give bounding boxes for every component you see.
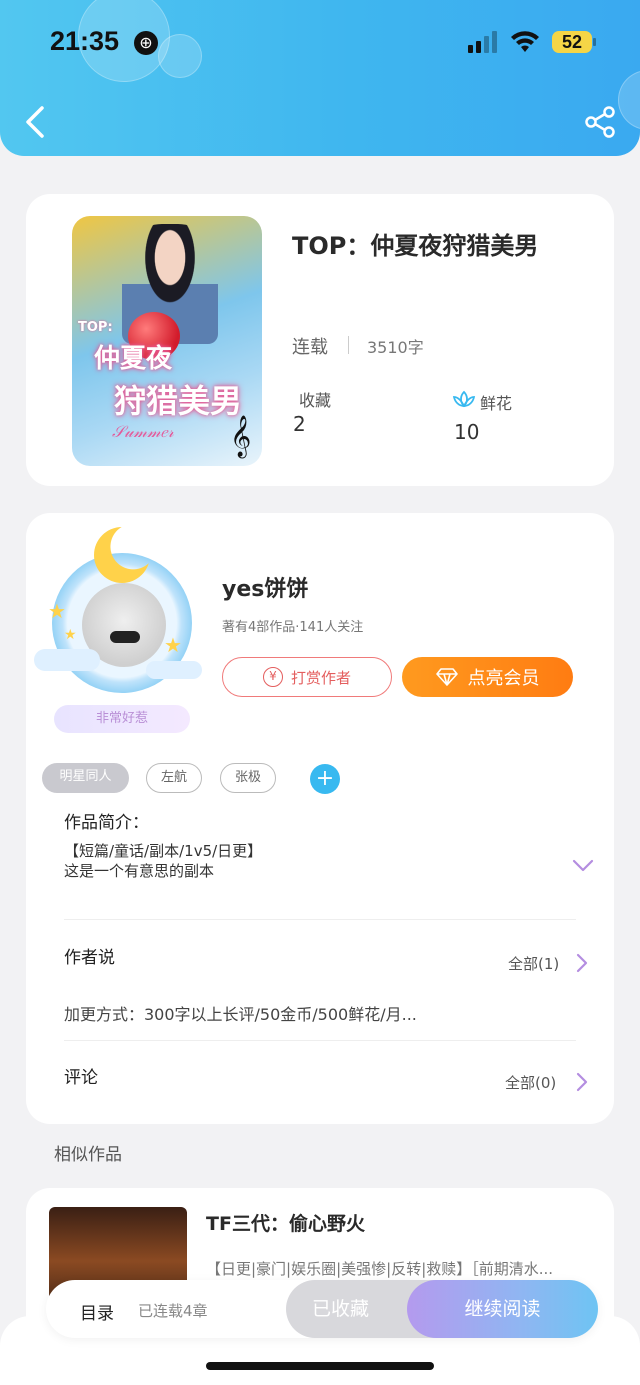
author-says-title: 作者说 [64, 948, 115, 968]
chevron-right-icon[interactable] [576, 1072, 588, 1092]
yen-coin-icon: ¥ [262, 667, 283, 687]
book-status: 连载 [292, 337, 328, 358]
author-card: ★ ★ ★ 非常好惹 yes饼饼 著有4部作品·141人关注 ¥ 打赏作者 点亮… [26, 513, 614, 1124]
bottom-action-bar: 目录 已连载4章 已收藏 继续阅读 [46, 1280, 598, 1338]
chevron-down-icon[interactable] [572, 859, 594, 873]
cover-signature: 𝒮𝓊𝓂𝓂𝑒𝓇 [112, 422, 174, 441]
divider [64, 1040, 576, 1041]
author-avatar[interactable]: ★ ★ ★ [34, 521, 204, 731]
home-indicator [206, 1362, 434, 1370]
favorites-count: 2 [293, 412, 306, 436]
decor-bubble [158, 34, 202, 78]
author-says-text[interactable]: 加更方式：300字以上长评/50金币/500鲜花/月... [64, 1001, 417, 1025]
intro-title: 作品简介： [64, 813, 149, 833]
tip-author-button[interactable]: ¥ 打赏作者 [222, 657, 392, 697]
cover-text: 仲夏夜 [94, 344, 173, 374]
author-says-all-link[interactable]: 全部(1) [508, 953, 559, 974]
back-button[interactable] [20, 104, 52, 140]
tag-chip[interactable]: 明星同人 [42, 763, 129, 793]
tip-author-label: 打赏作者 [290, 668, 351, 687]
similar-works-heading: 相似作品 [54, 1145, 122, 1165]
chevron-right-icon[interactable] [576, 953, 588, 973]
globe-icon: ⊕ [134, 31, 158, 55]
cover-text: TOP: [78, 320, 113, 335]
book-title: TOP：仲夏夜狩猎美男 [292, 232, 539, 260]
comments-all-link[interactable]: 全部(0) [505, 1072, 556, 1093]
battery-cap [593, 38, 596, 46]
book-cover[interactable]: TOP: 仲夏夜 狩猎美男 𝒮𝓊𝓂𝓂𝑒𝓇 𝄞 [72, 216, 262, 466]
star-icon: ★ [164, 633, 182, 657]
author-badge: 非常好惹 [54, 705, 190, 733]
cloud-decor [34, 649, 100, 671]
share-button[interactable] [582, 104, 618, 140]
cloud-decor [146, 661, 202, 679]
treble-clef-icon: 𝄞 [230, 416, 252, 457]
battery-indicator: 52 [552, 31, 592, 53]
add-tag-button[interactable]: + [310, 764, 340, 794]
vip-label: 点亮会员 [467, 668, 540, 689]
tag-chip[interactable]: 张极 [220, 763, 276, 793]
header-bar: 21:35 ⊕ 52 [0, 0, 640, 156]
star-icon: ★ [48, 599, 66, 623]
status-time: 21:35 [50, 26, 120, 56]
divider [64, 919, 576, 920]
intro-line: 这是一个有意思的副本 [64, 862, 215, 880]
wifi-icon [511, 31, 539, 52]
similar-work-tags: 【日更|豪门|娱乐圈|美强惨|反转|救赎】［前期清水... [206, 1260, 554, 1278]
continue-reading-button[interactable]: 继续阅读 [407, 1280, 598, 1338]
intro-line: 【短篇/童话/副本/1v5/日更】 [64, 842, 263, 860]
book-info-card: TOP: 仲夏夜 狩猎美男 𝒮𝓊𝓂𝓂𝑒𝓇 𝄞 TOP：仲夏夜狩猎美男 连载 35… [26, 194, 614, 486]
toc-button[interactable]: 目录 [80, 1299, 114, 1324]
author-meta: 著有4部作品·141人关注 [222, 620, 364, 635]
favorites-label: 收藏 [299, 391, 332, 410]
avatar-detail [110, 631, 140, 643]
moon-icon [94, 527, 150, 583]
signal-icon [468, 31, 497, 53]
star-icon: ★ [64, 627, 77, 643]
tag-chip[interactable]: 左航 [146, 763, 202, 793]
comments-title: 评论 [64, 1068, 98, 1088]
similar-work-title: TF三代：偷心野火 [206, 1213, 365, 1235]
intro-text: 【短篇/童话/副本/1v5/日更】 这是一个有意思的副本 [64, 841, 262, 881]
chapter-count[interactable]: 已连载4章 [138, 1300, 208, 1321]
decor-bubble [618, 70, 640, 130]
diamond-icon [435, 668, 458, 686]
word-count: 3510字 [367, 338, 424, 357]
flowers-label: 鲜花 [480, 394, 513, 413]
activate-vip-button[interactable]: 点亮会员 [402, 657, 573, 697]
flowers-count: 10 [454, 420, 480, 444]
lotus-icon[interactable] [452, 390, 476, 410]
author-name[interactable]: yes饼饼 [222, 571, 308, 603]
cover-text: 狩猎美男 [114, 382, 243, 420]
divider [348, 336, 349, 354]
